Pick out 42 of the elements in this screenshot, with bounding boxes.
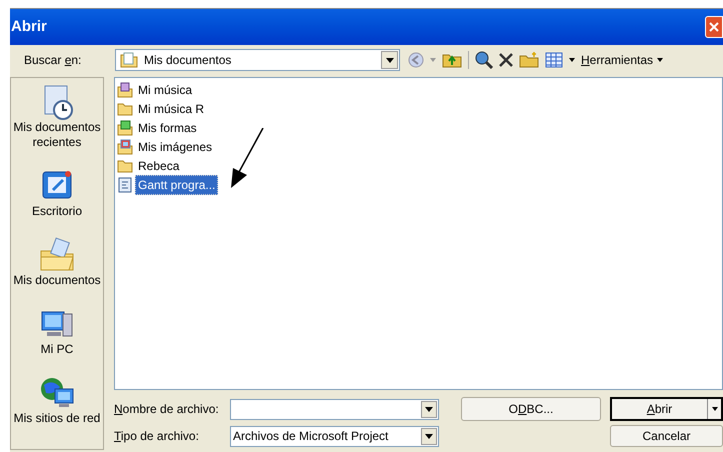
music-folder-icon (117, 82, 133, 98)
file-type-label: Tipo de archivo: (114, 428, 200, 445)
file-name-field[interactable] (230, 398, 439, 420)
folder-icon (117, 158, 133, 174)
new-folder-icon[interactable] (519, 52, 539, 68)
file-item[interactable]: Mi música R (135, 98, 208, 118)
file-item[interactable]: Mi música (135, 80, 196, 100)
caret-icon[interactable] (712, 407, 718, 411)
folder-icon (120, 52, 138, 68)
place-label[interactable]: Escritorio (30, 204, 84, 219)
place-label[interactable]: Mis documentos (11, 273, 103, 288)
dropdown-caret-icon[interactable] (569, 58, 575, 62)
file-item[interactable]: Mis formas (135, 118, 200, 138)
close-icon (708, 21, 720, 33)
project-file-icon (117, 176, 133, 192)
look-in-label: Buscar en: (23, 52, 82, 69)
globe-search-icon[interactable] (475, 51, 493, 69)
delete-icon[interactable] (499, 53, 513, 67)
shapes-folder-icon (117, 120, 133, 136)
look-in-value: Mis documentos (144, 52, 232, 69)
odbc-button[interactable]: ODBC... (461, 397, 601, 421)
documents-folder-icon[interactable] (39, 237, 75, 273)
file-item[interactable]: Rebeca (135, 156, 182, 176)
open-button[interactable]: Abrir (610, 397, 723, 421)
close-button[interactable] (705, 16, 723, 38)
place-label[interactable]: Mis documentos recientes (11, 120, 103, 150)
folder-icon (117, 100, 133, 116)
caret-icon (657, 58, 664, 62)
file-type-dropdown[interactable]: Archivos de Microsoft Project (230, 426, 439, 446)
file-name-label: Nombre de archivo: (114, 401, 220, 418)
window-title: Abrir (10, 16, 47, 37)
cancel-button[interactable]: Cancelar (610, 425, 723, 447)
folder-up-icon[interactable] (442, 52, 462, 68)
file-item[interactable]: Mis imágenes (135, 136, 216, 156)
place-label[interactable]: Mis sitios de red (12, 411, 102, 426)
place-label[interactable]: Mi PC (38, 342, 76, 357)
look-in-dropdown[interactable]: Mis documentos (115, 49, 400, 71)
pictures-folder-icon (117, 138, 133, 154)
back-icon[interactable] (408, 52, 424, 68)
tools-menu[interactable]: Herramientas (581, 51, 664, 69)
views-icon[interactable] (545, 52, 563, 68)
file-item[interactable]: Gantt progra... (135, 174, 218, 194)
